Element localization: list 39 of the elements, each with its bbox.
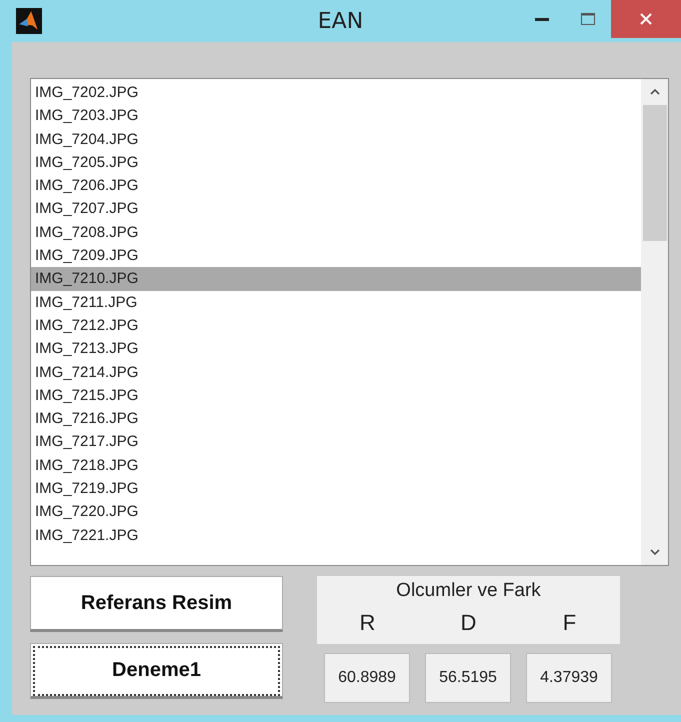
file-list-item[interactable]: IMG_7209.JPG: [31, 244, 641, 268]
file-list-item[interactable]: IMG_7203.JPG: [31, 104, 641, 128]
file-list-item[interactable]: IMG_7210.JPG: [31, 267, 641, 291]
file-list-item[interactable]: IMG_7205.JPG: [31, 150, 641, 174]
file-list-item[interactable]: IMG_7212.JPG: [31, 314, 641, 338]
file-list-item[interactable]: IMG_7215.JPG: [31, 384, 641, 408]
file-list-item[interactable]: IMG_7217.JPG: [31, 430, 641, 454]
scroll-down-icon[interactable]: [648, 548, 660, 556]
file-list-item[interactable]: IMG_7211.JPG: [31, 290, 641, 314]
minimize-icon: [535, 17, 549, 21]
file-list-item[interactable]: IMG_7204.JPG: [31, 128, 641, 151]
value-box: 4.37939: [526, 653, 612, 703]
maximize-icon: [581, 13, 595, 25]
file-list-item[interactable]: IMG_7218.JPG: [31, 454, 641, 478]
file-list-item[interactable]: IMG_7219.JPG: [31, 477, 641, 500]
column-label: D: [460, 610, 478, 636]
scrollbar[interactable]: [641, 79, 668, 565]
scroll-up-icon[interactable]: [648, 88, 660, 96]
push-button[interactable]: Deneme1: [30, 643, 283, 699]
file-list-item[interactable]: IMG_7202.JPG: [31, 81, 641, 104]
value-box: 60.8989: [324, 653, 410, 703]
window-title: EAN: [316, 8, 364, 34]
file-list-item[interactable]: IMG_7207.JPG: [31, 197, 641, 221]
file-list-item[interactable]: IMG_7216.JPG: [31, 407, 641, 430]
value-box: 56.5195: [425, 653, 511, 703]
file-list[interactable]: [30, 78, 669, 566]
push-button[interactable]: Referans Resim: [30, 576, 283, 632]
scrollbar-thumb[interactable]: [642, 105, 666, 241]
column-label: R: [358, 610, 376, 636]
file-list-item[interactable]: IMG_7213.JPG: [31, 337, 641, 361]
close-icon: [640, 13, 652, 25]
column-label: F: [562, 610, 578, 636]
file-list-item[interactable]: IMG_7208.JPG: [31, 220, 641, 244]
panel-title: Olcumler ve Fark: [396, 580, 541, 602]
app-logo-icon: [16, 8, 42, 34]
file-list-item[interactable]: IMG_7214.JPG: [31, 360, 641, 384]
file-list-item[interactable]: IMG_7221.JPG: [31, 524, 641, 547]
file-list-item[interactable]: IMG_7220.JPG: [31, 500, 641, 524]
file-list-item[interactable]: IMG_7206.JPG: [31, 174, 641, 198]
